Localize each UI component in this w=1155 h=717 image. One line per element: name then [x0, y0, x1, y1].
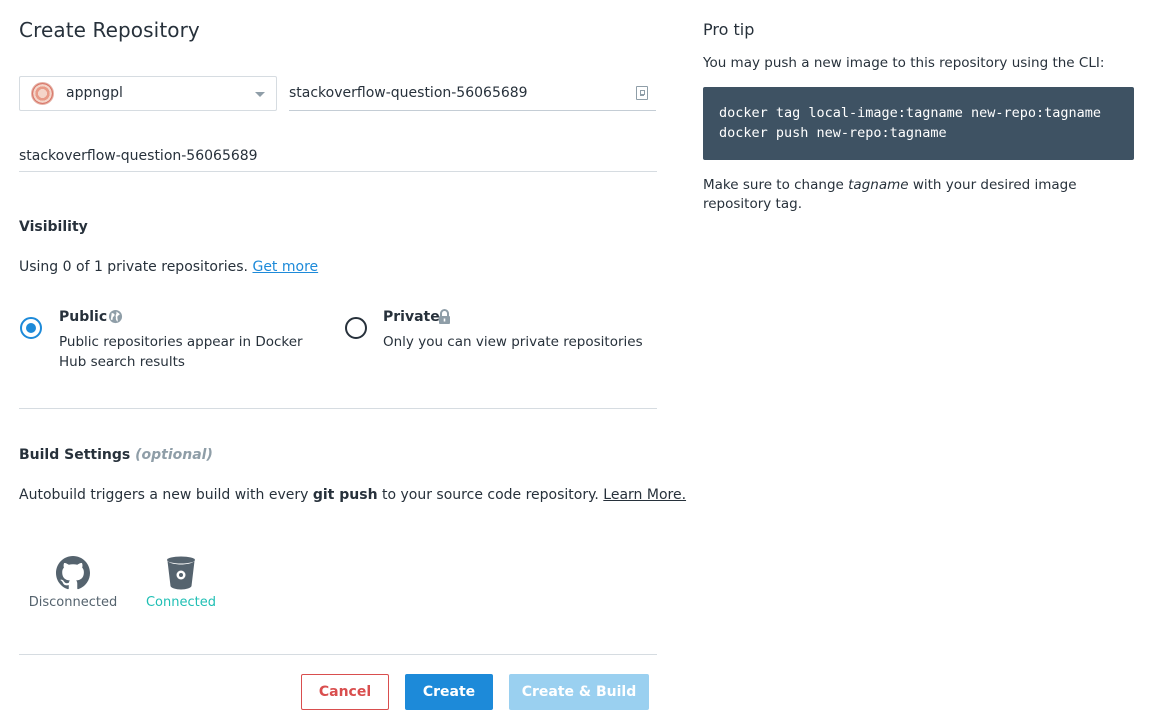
optional-label: (optional): [135, 447, 213, 463]
create-and-build-button[interactable]: Create & Build: [509, 674, 649, 710]
get-more-link[interactable]: Get more: [252, 259, 318, 275]
learn-more-link[interactable]: Learn More.: [603, 487, 686, 503]
github-icon: [56, 556, 90, 590]
private-description: Only you can view private repositories: [383, 334, 643, 350]
private-repo-usage: Using 0 of 1 private repositories. Get m…: [19, 259, 318, 275]
namespace-label: appngpl: [66, 85, 123, 101]
cancel-button[interactable]: Cancel: [301, 674, 389, 710]
bitbucket-status: Connected: [145, 595, 216, 610]
note-before: Make sure to change: [703, 177, 844, 193]
bitbucket-icon: [167, 556, 195, 590]
code-line: docker push new-repo:tagname: [719, 125, 947, 141]
bitbucket-provider[interactable]: Connected: [126, 555, 236, 610]
pro-tip-note: Make sure to change tagname with your de…: [703, 176, 1143, 214]
pro-tip-text: You may push a new image to this reposit…: [703, 55, 1105, 71]
build-settings-heading: Build Settings (optional): [19, 447, 213, 463]
autobuild-text-after: to your source code repository.: [382, 487, 599, 503]
public-description: Public repositories appear in Docker Hub…: [59, 334, 303, 370]
pro-tip-title: Pro tip: [703, 20, 755, 39]
autobuild-description: Autobuild triggers a new build with ever…: [19, 487, 686, 503]
code-line: docker tag local-image:tagname new-repo:…: [719, 105, 1102, 121]
autobuild-text-before: Autobuild triggers a new build with ever…: [19, 487, 309, 503]
clipboard-icon: [636, 86, 648, 100]
public-title: Public: [59, 309, 108, 325]
cli-code-block: docker tag local-image:tagname new-repo:…: [703, 87, 1134, 160]
autobuild-git-push: git push: [312, 487, 378, 503]
private-radio[interactable]: [345, 317, 367, 339]
visibility-heading: Visibility: [19, 219, 88, 235]
page-title: Create Repository: [19, 18, 200, 42]
description-input[interactable]: stackoverflow-question-56065689: [19, 140, 657, 172]
namespace-select[interactable]: appngpl: [19, 76, 277, 111]
description-value: stackoverflow-question-56065689: [19, 148, 258, 164]
note-tagname: tagname: [848, 177, 909, 193]
divider: [19, 654, 657, 655]
repository-name-value: stackoverflow-question-56065689: [289, 85, 528, 101]
repository-name-input[interactable]: stackoverflow-question-56065689: [289, 76, 656, 111]
usage-text: Using 0 of 1 private repositories.: [19, 259, 249, 275]
github-provider[interactable]: Disconnected: [18, 555, 128, 610]
chevron-down-icon: [255, 92, 265, 97]
build-settings-title: Build Settings: [19, 447, 131, 463]
namespace-avatar: [31, 82, 54, 105]
create-button[interactable]: Create: [405, 674, 493, 710]
github-status: Disconnected: [28, 595, 118, 610]
globe-icon: [108, 309, 123, 324]
divider: [19, 408, 657, 409]
lock-icon: [439, 309, 450, 324]
public-radio[interactable]: [20, 317, 42, 339]
private-title: Private: [383, 309, 440, 325]
